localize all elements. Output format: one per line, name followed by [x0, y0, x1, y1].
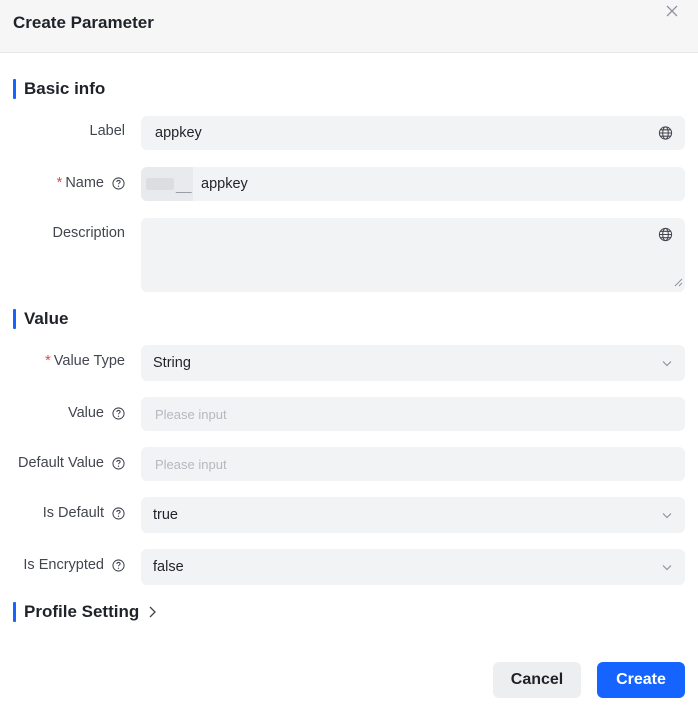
section-accent-bar	[13, 79, 16, 99]
section-basic-info: Basic info	[13, 78, 105, 100]
dialog-header: Create Parameter	[0, 0, 698, 53]
prefix-separator: __	[176, 177, 192, 193]
chevron-down-icon	[661, 357, 673, 369]
create-button[interactable]: Create	[597, 662, 685, 698]
is-encrypted-label-text: Is Encrypted	[23, 557, 104, 573]
is-default-field-label: Is Default	[43, 503, 125, 523]
section-title-basic-info: Basic info	[24, 79, 106, 98]
is-default-selected: true	[153, 507, 178, 523]
is-default-label-text: Is Default	[42, 505, 104, 521]
value-field-label: Value	[68, 403, 125, 423]
close-icon[interactable]	[665, 4, 679, 18]
description-textarea[interactable]	[141, 218, 685, 292]
section-profile-setting[interactable]: Profile Setting	[13, 601, 157, 623]
is-encrypted-selected: false	[153, 559, 184, 575]
section-title-profile-setting: Profile Setting	[24, 602, 140, 621]
is-default-select[interactable]: true	[141, 497, 685, 533]
default-value-field-label: Default Value	[18, 453, 125, 473]
help-icon[interactable]	[112, 506, 125, 520]
chevron-down-icon	[661, 561, 673, 573]
default-value-placeholder: Please input	[155, 456, 227, 472]
prefix-redacted	[146, 178, 174, 190]
name-prefix: __	[141, 167, 193, 201]
resize-handle-icon[interactable]	[674, 274, 683, 290]
label-text: Label	[89, 123, 125, 139]
value-type-select[interactable]: String	[141, 345, 685, 381]
help-icon[interactable]	[112, 406, 125, 420]
label-input[interactable]: appkey	[141, 116, 685, 150]
chevron-down-icon	[661, 509, 673, 521]
help-icon[interactable]	[112, 558, 125, 572]
value-type-selected: String	[153, 355, 191, 371]
chevron-right-icon[interactable]	[147, 605, 157, 619]
globe-icon[interactable]	[658, 126, 673, 141]
name-label-text: Name	[65, 175, 104, 191]
value-type-label-text: Value Type	[53, 353, 125, 369]
label-field-label: Label	[90, 121, 125, 141]
description-label-text: Description	[52, 225, 125, 241]
name-field-label: * Name	[57, 173, 125, 193]
is-encrypted-select[interactable]: false	[141, 549, 685, 585]
value-placeholder: Please input	[155, 406, 227, 422]
section-accent-bar	[13, 602, 16, 622]
cancel-button[interactable]: Cancel	[493, 662, 581, 698]
required-marker: *	[56, 175, 63, 191]
name-input[interactable]: __ appkey	[141, 167, 685, 201]
help-icon[interactable]	[112, 176, 125, 190]
value-type-field-label: * Value Type	[45, 351, 125, 371]
help-icon[interactable]	[112, 456, 125, 470]
is-encrypted-field-label: Is Encrypted	[23, 555, 125, 575]
description-field-label: Description	[52, 223, 125, 243]
default-value-input[interactable]: Please input	[141, 447, 685, 481]
section-value: Value	[13, 308, 68, 330]
value-input[interactable]: Please input	[141, 397, 685, 431]
section-title-value: Value	[24, 309, 69, 328]
dialog-title: Create Parameter	[13, 13, 154, 32]
section-accent-bar	[13, 309, 16, 329]
required-marker: *	[45, 353, 51, 369]
default-value-label-text: Default Value	[18, 455, 104, 471]
name-input-value: appkey	[201, 176, 248, 192]
value-label-text: Value	[67, 405, 104, 421]
label-input-value: appkey	[155, 125, 202, 141]
globe-icon[interactable]	[658, 227, 673, 242]
